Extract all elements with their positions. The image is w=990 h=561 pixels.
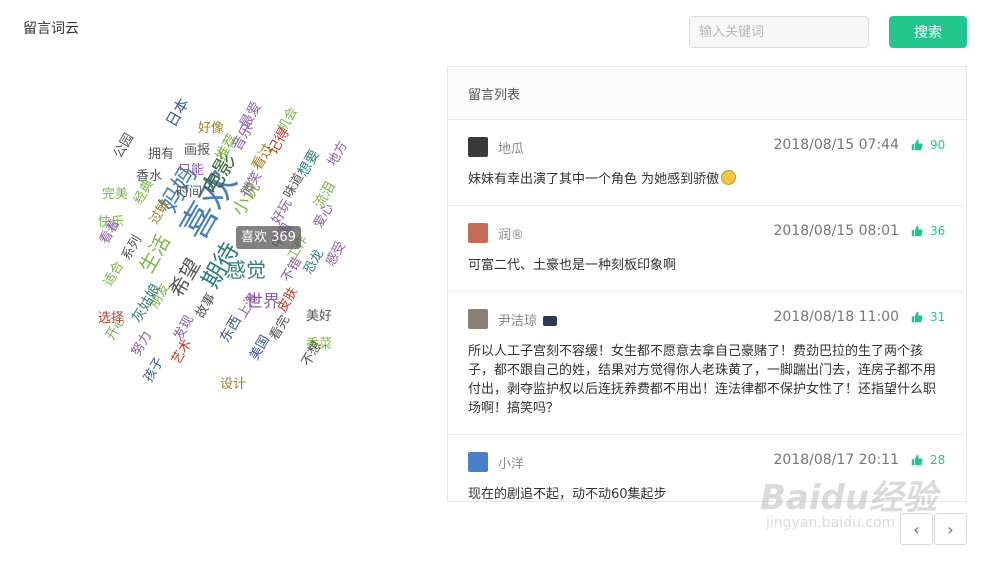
cloud-word[interactable]: 时间 (176, 186, 202, 199)
cloud-word[interactable]: 完美 (102, 188, 128, 201)
comment-list-panel: 留言列表 地瓜 2018/08/15 07:44 90 妹妹有幸出演了其中一个角色 为… (447, 66, 967, 502)
cloud-word[interactable]: 努力 (129, 329, 155, 359)
comment-timestamp: 2018/08/15 07:44 (773, 137, 900, 153)
like-count: 90 (930, 138, 946, 152)
comment-username[interactable]: 润® (498, 224, 524, 243)
word-tooltip: 喜欢 369 (236, 226, 301, 249)
avatar[interactable] (468, 309, 488, 329)
avatar[interactable] (468, 452, 488, 472)
comment-text-wrap: 可富二代、土豪也是一种刻板印象啊 (468, 256, 946, 291)
thumbs-up-icon[interactable] (911, 311, 923, 323)
avatar[interactable] (468, 137, 488, 157)
cloud-word[interactable]: 皮肤 (275, 285, 301, 315)
comment-timestamp: 2018/08/15 08:01 (773, 223, 900, 239)
laptop-icon (543, 316, 558, 326)
cloud-word[interactable]: 只能 (178, 164, 204, 177)
comment-list-title: 留言列表 (448, 67, 966, 120)
comment-text: 可富二代、土豪也是一种刻板印象啊 (468, 258, 677, 273)
cloud-word[interactable]: 艺术 (169, 337, 195, 367)
thumbs-up-icon[interactable] (911, 454, 923, 466)
comment-username[interactable]: 尹洁琼 (498, 310, 537, 329)
comment-username[interactable]: 小洋 (498, 453, 524, 472)
avatar[interactable] (468, 223, 488, 243)
thumbs-up-icon[interactable] (911, 225, 923, 237)
cloud-word[interactable]: 好像 (198, 122, 224, 135)
cloud-word[interactable]: 设计 (220, 378, 246, 391)
cloud-word[interactable]: 拥有 (148, 148, 174, 161)
cloud-word[interactable]: 美好 (306, 310, 332, 323)
cloud-word[interactable]: 画报 (184, 144, 210, 157)
cloud-word[interactable]: 不错 (279, 255, 305, 285)
like-count: 31 (930, 310, 946, 324)
search-input[interactable] (689, 16, 869, 48)
thumbs-up-icon[interactable] (911, 139, 923, 151)
word-cloud: 喜欢 电影 妈妈 感觉 期待 希望 生活 世界 小说 日本 好像 最爱 机会 画报 音乐 记得 地方 公园 拥有 只能… (90, 95, 370, 420)
cloud-word[interactable]: 希望 (164, 254, 205, 301)
cloud-word[interactable]: 孩子 (141, 355, 167, 385)
cloud-word[interactable]: 故事 (193, 291, 219, 321)
comment-username[interactable]: 地瓜 (498, 138, 524, 157)
next-page-button[interactable]: › (934, 513, 967, 545)
smile-emoji-icon (721, 170, 737, 185)
cloud-word[interactable]: 东西 (217, 313, 245, 345)
comment-text: 所以人工子宫刻不容缓！女生都不愿意去拿自己豪赌了！费劲巴拉的生了两个孩子，都不跟… (468, 344, 937, 416)
cloud-word[interactable]: 看完 (267, 313, 293, 343)
like-count: 28 (930, 453, 946, 467)
cloud-word[interactable]: 美国 (247, 333, 273, 363)
comment-text: 现在的剧追不起，动不动60集起步 (468, 487, 667, 502)
comment-text-wrap: 妹妹有幸出演了其中一个角色 为她感到骄傲 (468, 170, 946, 205)
comment-item: 尹洁琼 2018/08/18 11:00 31 所以人工子宫刻不容缓！女生都不愿意去拿… (448, 309, 966, 435)
cloud-word[interactable]: 适合 (101, 259, 127, 289)
cloud-word[interactable]: 上海 (235, 291, 261, 321)
baidu-watermark-url: jingyan.baidu.com (766, 515, 896, 531)
comment-text-wrap: 所以人工子宫刻不容缓！女生都不愿意去拿自己豪赌了！费劲巴拉的生了两个孩子，都不跟… (468, 342, 946, 434)
cloud-word[interactable]: 公园 (111, 131, 137, 161)
comment-item: 地瓜 2018/08/15 07:44 90 妹妹有幸出演了其中一个角色 为她感到骄傲 (448, 137, 966, 206)
cloud-word[interactable]: 味道 (281, 171, 307, 201)
cloud-word[interactable]: 过敏 (147, 197, 173, 227)
comment-timestamp: 2018/08/18 11:00 (773, 309, 900, 325)
cloud-word[interactable]: 恐龙 (301, 247, 327, 277)
cloud-word[interactable]: 感受 (323, 239, 349, 269)
like-count: 36 (930, 224, 946, 238)
cloud-word[interactable]: 地方 (325, 139, 351, 169)
cloud-word[interactable]: 日本 (162, 95, 193, 130)
comment-timestamp: 2018/08/17 20:11 (773, 452, 900, 468)
search-button[interactable]: 搜索 (889, 16, 967, 48)
cloud-word[interactable]: 看过 (249, 141, 277, 173)
comment-text: 妹妹有幸出演了其中一个角色 为她感到骄傲 (468, 172, 720, 187)
cloud-word[interactable]: 不想 (299, 339, 325, 369)
comment-item: 润® 2018/08/15 08:01 36 可富二代、土豪也是一种刻板印象啊 (448, 223, 966, 292)
page-title: 留言词云 (23, 21, 79, 37)
baidu-watermark-logo: Baidu经验 (760, 478, 938, 518)
